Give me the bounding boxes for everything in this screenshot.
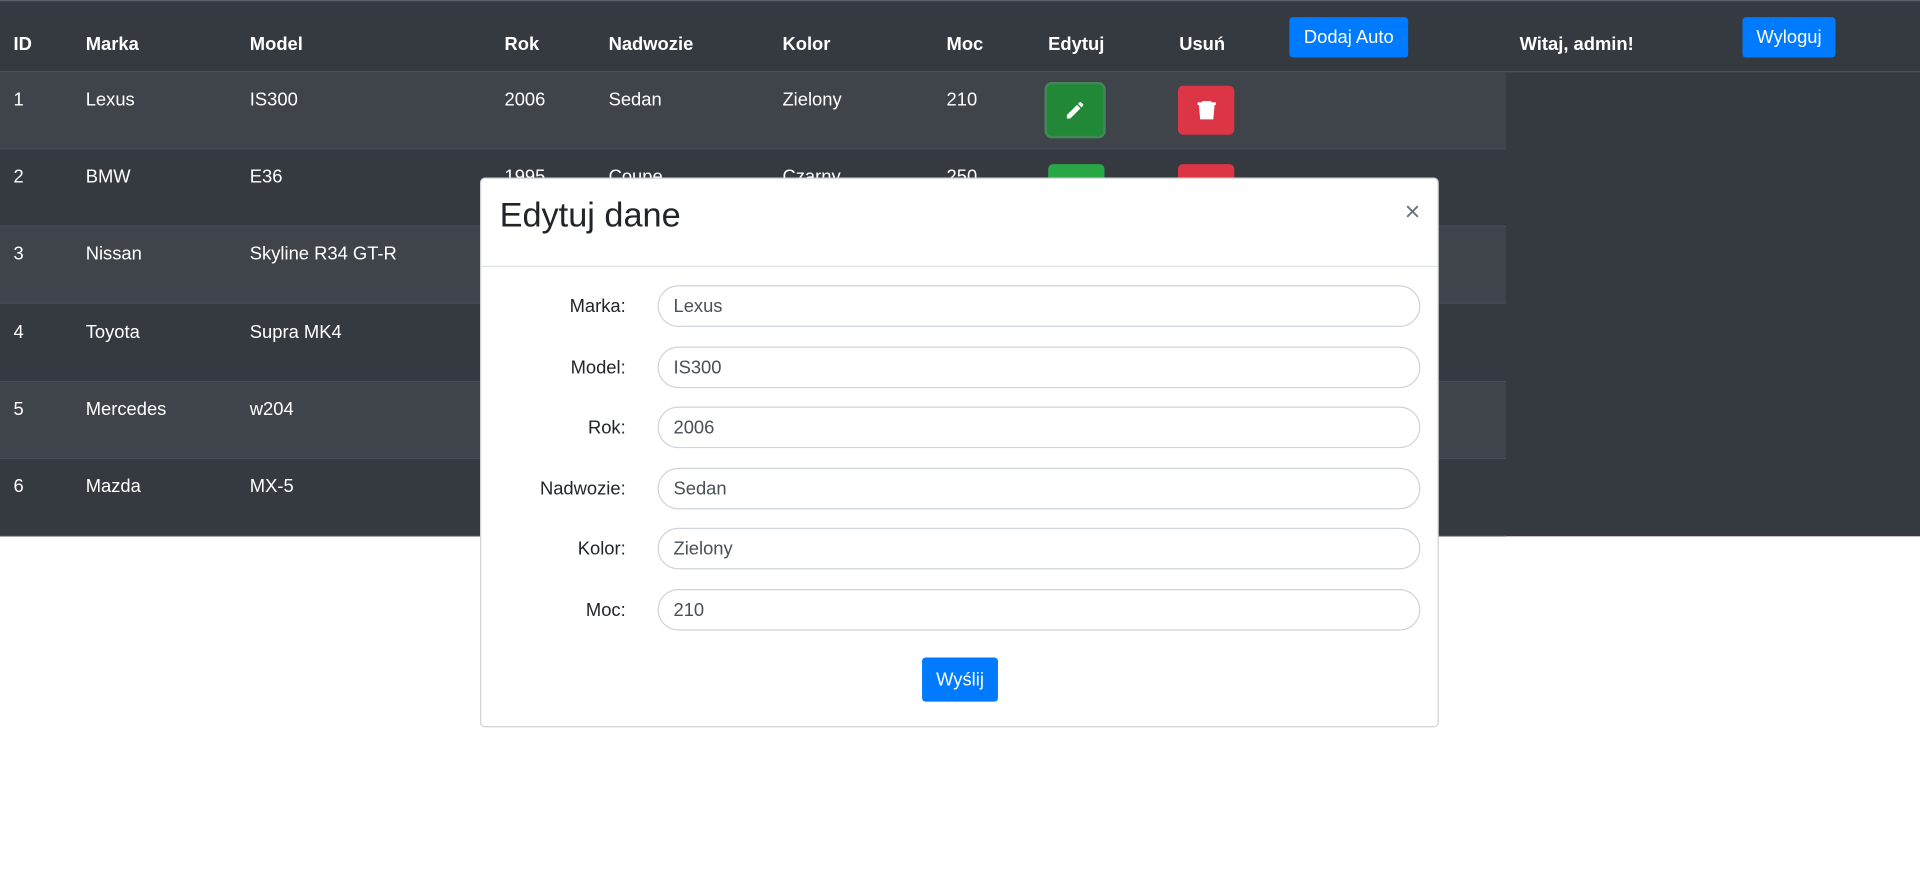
- header-rok: Rok: [504, 34, 540, 56]
- page: ID Marka Model Rok Nadwozie Kolor Moc Ed…: [0, 0, 1920, 877]
- header-id: ID: [13, 34, 32, 56]
- model-label: Model:: [570, 357, 626, 379]
- cell-moc: 210: [946, 89, 978, 111]
- nadwozie-label: Nadwozie:: [539, 478, 626, 500]
- header-usun: Usuń: [1179, 34, 1226, 56]
- cell-id: 4: [13, 322, 24, 343]
- cell-model: w204: [249, 399, 294, 421]
- cell-marka: Toyota: [85, 322, 140, 343]
- cell-model: IS300: [249, 89, 298, 111]
- trash-icon: [1196, 101, 1216, 120]
- cell-id: 5: [13, 399, 24, 421]
- cell-marka: Nissan: [85, 243, 142, 265]
- cell-model: Supra MK4: [249, 322, 342, 343]
- modal-title: Edytuj dane: [499, 195, 681, 234]
- delete-button[interactable]: [1177, 85, 1235, 135]
- header-marka: Marka: [85, 34, 139, 56]
- moc-input[interactable]: [657, 588, 1421, 631]
- table-header: ID Marka Model Rok Nadwozie Kolor Moc Ed…: [0, 0, 1920, 73]
- cell-kolor: Zielony: [782, 89, 842, 111]
- edit-modal: Edytuj dane × Marka: Model: Rok: Nadwozi…: [480, 177, 1439, 728]
- cell-model: Skyline R34 GT-R: [249, 243, 397, 265]
- header-edytuj: Edytuj: [1048, 34, 1105, 56]
- nadwozie-input[interactable]: [657, 467, 1421, 510]
- table-row: 1 Lexus IS300 2006 Sedan Zielony 210: [0, 72, 1507, 150]
- model-input[interactable]: [657, 346, 1421, 389]
- header-moc: Moc: [946, 34, 984, 56]
- header-kolor: Kolor: [782, 34, 831, 56]
- header-model: Model: [249, 34, 303, 56]
- logout-button[interactable]: Wyloguj: [1742, 17, 1836, 58]
- cell-id: 3: [13, 243, 24, 265]
- cell-nadwozie: Sedan: [608, 89, 662, 111]
- moc-label: Moc:: [585, 600, 626, 621]
- header-nadwozie: Nadwozie: [608, 34, 694, 56]
- cell-id: 1: [13, 89, 24, 111]
- rok-input[interactable]: [657, 406, 1421, 449]
- submit-button[interactable]: Wyślij: [922, 657, 998, 702]
- cell-model: E36: [249, 166, 283, 188]
- welcome-text: Witaj, admin!: [1519, 34, 1634, 56]
- marka-label: Marka:: [569, 296, 626, 318]
- cell-marka: Mazda: [85, 476, 141, 498]
- cell-marka: BMW: [85, 166, 131, 188]
- close-icon[interactable]: ×: [1405, 198, 1421, 225]
- add-car-button[interactable]: Dodaj Auto: [1289, 17, 1409, 58]
- cell-rok: 2006: [504, 89, 546, 111]
- edit-button[interactable]: [1046, 84, 1104, 136]
- cell-marka: Lexus: [85, 89, 135, 111]
- kolor-input[interactable]: [657, 527, 1421, 570]
- pencil-icon: [1066, 101, 1084, 119]
- rok-label: Rok:: [587, 417, 626, 439]
- cell-id: 6: [13, 476, 24, 498]
- modal-divider: [481, 265, 1438, 267]
- kolor-label: Kolor:: [577, 538, 626, 560]
- cell-model: MX-5: [249, 476, 294, 498]
- cell-id: 2: [13, 166, 24, 188]
- cell-marka: Mercedes: [85, 399, 167, 421]
- marka-input[interactable]: [657, 285, 1421, 327]
